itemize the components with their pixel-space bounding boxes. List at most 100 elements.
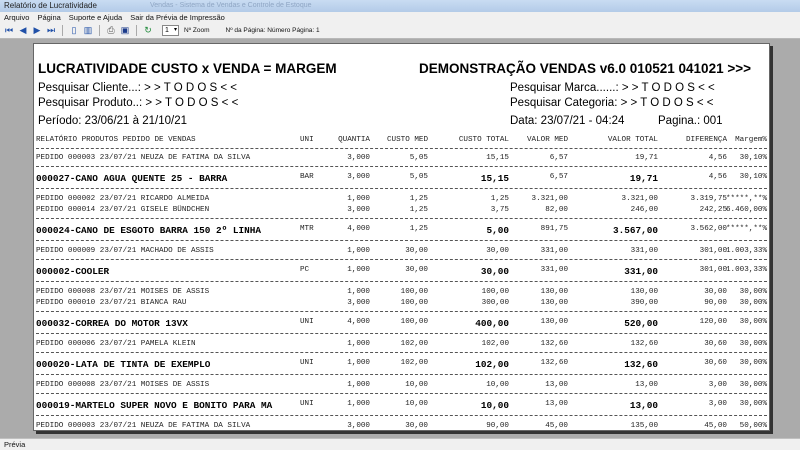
cell-descricao: 000019-MARTELO SUPER NOVO E BONITO PARA …: [36, 400, 273, 411]
col-produto: RELATÓRIO PRODUTOS PEDIDO DE VENDAS: [36, 136, 196, 144]
cell-margem: 30,00%: [739, 299, 767, 307]
cell-diferenca: 4,56: [708, 173, 727, 181]
col-custo-med: CUSTO MED: [386, 136, 428, 144]
cell-diferenca: 301,00: [699, 266, 727, 274]
cell-valor-total: 520,00: [624, 318, 658, 329]
cell-valor-med: 13,00: [545, 381, 568, 389]
cell-uni: MTR: [300, 225, 314, 233]
cell-valor-med: 331,00: [540, 266, 568, 274]
menu-arquivo[interactable]: Arquivo: [4, 12, 29, 23]
cell-custo-med: 1,25: [409, 206, 428, 214]
filter-categoria: Pesquisar Categoria: > > T O D O S < <: [510, 97, 714, 109]
col-margem: Margem%: [735, 136, 767, 144]
order-detail-row: PEDIDO 000014 23/07/21 GISELE BÜNDCHEN 3,…: [36, 206, 767, 216]
cell-custo-med: 5,05: [409, 173, 428, 181]
cell-uni: UNI: [300, 359, 314, 367]
cell-margem: 30,10%: [739, 173, 767, 181]
row-divider: [36, 374, 767, 375]
cell-quantia: 4,000: [347, 225, 370, 233]
cell-descricao: PEDIDO 000003 23/07/21 NEUZA DE FATIMA D…: [36, 422, 251, 430]
cell-diferenca: 120,00: [699, 318, 727, 326]
cell-valor-med: 130,00: [540, 288, 568, 296]
window-titlebar: Relatório de Lucratividade Vendas - Sist…: [0, 0, 800, 12]
cell-diferenca: 4,56: [708, 154, 727, 162]
cell-valor-total: 13,00: [635, 381, 658, 389]
cell-descricao: 000002-COOLER: [36, 266, 110, 277]
cell-custo-total: 10,00: [486, 381, 509, 389]
menu-pagina[interactable]: Página: [37, 12, 60, 23]
window-ghost-title: Vendas - Sistema de Vendas e Controle de…: [150, 2, 312, 9]
cell-diferenca: 3,00: [708, 381, 727, 389]
cell-quantia: 1,000: [347, 247, 370, 255]
cell-custo-med: 10,00: [405, 381, 428, 389]
cell-custo-med: 102,00: [400, 359, 428, 367]
cell-custo-total: 102,00: [475, 359, 509, 370]
col-uni: UNI: [300, 136, 314, 144]
cell-valor-med: 130,00: [540, 299, 568, 307]
zoom-label: Nº Zoom: [184, 27, 210, 34]
cell-uni: PC: [300, 266, 310, 274]
menu-bar: Arquivo Página Suporte e Ajuda Sair da P…: [0, 12, 800, 23]
last-page-icon[interactable]: ⏭: [45, 25, 57, 37]
cell-valor-total: 135,00: [630, 422, 658, 430]
prev-page-icon[interactable]: ◀: [17, 25, 29, 37]
cell-custo-total: 300,00: [481, 299, 509, 307]
row-divider: [36, 333, 767, 334]
toolbar-divider: [99, 25, 100, 36]
zoom-select[interactable]: 1: [162, 25, 179, 36]
report-subtitle: DEMONSTRAÇÃO VENDAS v6.0 010521 041021 >…: [418, 61, 751, 76]
cell-custo-total: 100,00: [481, 288, 509, 296]
menu-suporte[interactable]: Suporte e Ajuda: [69, 12, 122, 23]
row-divider: [36, 188, 767, 189]
order-detail-row: PEDIDO 000009 23/07/21 MACHADO DE ASSIS 1…: [36, 247, 767, 257]
cell-custo-total: 400,00: [475, 318, 509, 329]
order-detail-row: PEDIDO 000008 23/07/21 MOISES DE ASSIS 1,…: [36, 381, 767, 391]
order-detail-row: PEDIDO 000002 23/07/21 RICARDO ALMEIDA 1,…: [36, 195, 767, 205]
row-divider: [36, 311, 767, 312]
report-page[interactable]: LUCRATIVIDADE CUSTO x VENDA = MARGEM DEM…: [33, 43, 770, 431]
cell-quantia: 1,000: [347, 266, 370, 274]
cell-custo-total: 3,75: [490, 206, 509, 214]
cell-valor-total: 3.567,00: [612, 225, 658, 236]
report-data: Data: 23/07/21 - 04:24: [510, 115, 625, 127]
product-total-row: 000002-COOLER PC 1,000 30,00 30,00 331,00 331,…: [36, 266, 767, 277]
cell-valor-total: 3.321,00: [621, 195, 658, 203]
save-icon[interactable]: ▣: [119, 25, 131, 37]
cell-margem: 30,10%: [739, 154, 767, 162]
cell-valor-total: 13,00: [629, 400, 658, 411]
cell-diferenca: 301,00: [699, 247, 727, 255]
cell-uni: BAR: [300, 173, 314, 181]
cell-custo-total: 1,25: [490, 195, 509, 203]
cell-descricao: PEDIDO 000008 23/07/21 MOISES DE ASSIS: [36, 288, 210, 296]
print-icon[interactable]: ⎙: [105, 25, 117, 37]
menu-sair-previa[interactable]: Sair da Prévia de Impressão: [130, 12, 225, 23]
cell-quantia: 3,000: [347, 206, 370, 214]
order-detail-row: PEDIDO 000008 23/07/21 MOISES DE ASSIS 1,…: [36, 288, 767, 298]
cell-custo-med: 10,00: [405, 400, 428, 408]
cell-quantia: 1,000: [347, 195, 370, 203]
cell-quantia: 1,000: [347, 359, 370, 367]
product-total-row: 000032-CORREA DO MOTOR 13VX UNI 4,000 100,0…: [36, 318, 767, 329]
cell-diferenca: 30,60: [704, 340, 727, 348]
cell-margem: 6.460,00%: [725, 206, 767, 214]
cell-custo-med: 1,25: [409, 195, 428, 203]
multi-page-icon[interactable]: ▥: [82, 25, 94, 37]
column-header-row: RELATÓRIO PRODUTOS PEDIDO DE VENDAS UNI …: [36, 136, 767, 146]
order-detail-row: PEDIDO 000003 23/07/21 NEUZA DE FATIMA D…: [36, 154, 767, 164]
next-page-icon[interactable]: ▶: [31, 25, 43, 37]
cell-margem: 30,00%: [739, 359, 767, 367]
cell-quantia: 3,000: [347, 299, 370, 307]
filter-produto: Pesquisar Produto..: > > T O D O S < <: [38, 97, 239, 109]
cell-valor-med: 130,00: [540, 318, 568, 326]
cell-descricao: 000020-LATA DE TINTA DE EXEMPLO: [36, 359, 211, 370]
single-page-icon[interactable]: ▯: [68, 25, 80, 37]
cell-diferenca: 30,00: [704, 288, 727, 296]
col-quantia: QUANTIA: [338, 136, 370, 144]
cell-custo-total: 30,00: [480, 266, 509, 277]
cell-valor-total: 19,71: [629, 173, 658, 184]
row-divider: [36, 240, 767, 241]
first-page-icon[interactable]: ⏮: [3, 25, 15, 37]
row-divider: [36, 218, 767, 219]
export-icon[interactable]: ↻: [142, 25, 154, 37]
col-custo-total: CUSTO TOTAL: [458, 136, 509, 144]
